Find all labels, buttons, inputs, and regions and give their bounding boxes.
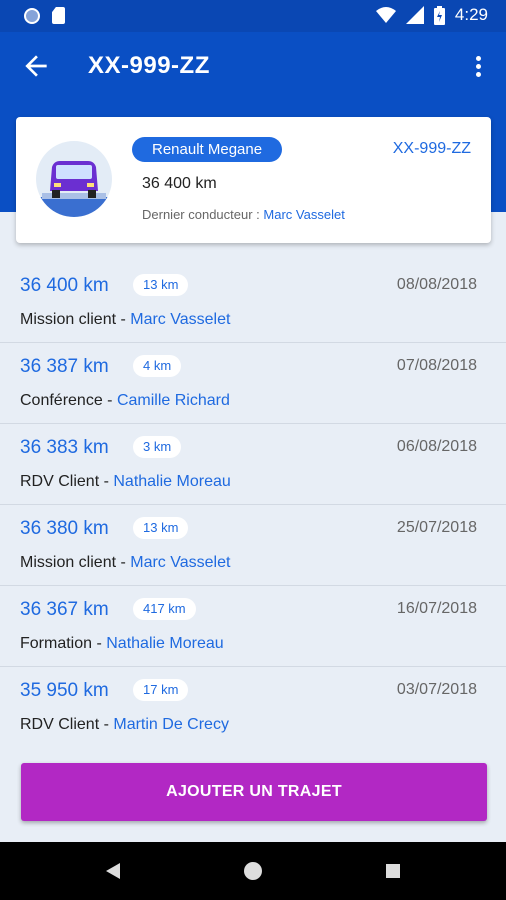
trip-date: 08/08/2018 [396,276,477,293]
trip-driver: Marc Vasselet [130,311,231,328]
trip-row[interactable]: 36 400 km 13 km 08/08/2018 Mission clien… [0,262,506,343]
trip-date: 07/08/2018 [396,357,477,374]
trip-date: 16/07/2018 [396,600,477,617]
trip-description: RDV Client - Martin De Crecy [20,716,229,733]
trip-row[interactable]: 36 380 km 13 km 25/07/2018 Mission clien… [0,505,506,586]
trip-distance-badge: 4 km [133,355,182,377]
trip-odometer: 36 380 km [20,518,109,539]
status-bar: 4:29 [0,0,506,32]
trip-odometer: 36 367 km [20,599,109,620]
trip-description: Mission client - Marc Vasselet [20,554,231,571]
nav-back-icon[interactable] [106,863,120,879]
status-time: 4:29 [454,5,488,24]
nav-home-icon[interactable] [244,862,262,880]
vehicle-plate: XX-999-ZZ [392,140,471,157]
car-avatar [36,141,112,217]
nav-recent-apps-icon[interactable] [386,864,400,878]
trip-odometer: 35 950 km [20,680,109,701]
trip-date: 03/07/2018 [396,681,477,698]
vehicle-card: Renault Megane XX-999-ZZ 36 400 km Derni… [16,117,491,243]
more-options-icon[interactable] [468,50,488,82]
signal-icon [405,6,424,24]
trip-purpose: Mission client [20,554,117,571]
car-icon [36,161,112,217]
last-driver-label: Dernier conducteur : [142,207,260,222]
trip-odometer: 36 383 km [20,437,109,458]
page-title: XX-999-ZZ [88,52,210,79]
trip-distance-badge: 3 km [133,436,182,458]
trip-odometer: 36 387 km [20,356,109,377]
trip-distance-badge: 13 km [133,517,189,539]
trip-row[interactable]: 36 383 km 3 km 06/08/2018 RDV Client - N… [0,424,506,505]
last-driver: Dernier conducteur : Marc Vasselet [142,207,345,222]
trip-row[interactable]: 35 950 km 17 km 03/07/2018 RDV Client - … [0,667,506,748]
notification-icon [24,7,40,24]
add-trip-button[interactable]: AJOUTER UN TRAJET [21,763,487,821]
wifi-icon [375,7,396,23]
navigation-bar [0,842,506,900]
back-arrow-icon[interactable] [20,50,52,82]
trip-description: RDV Client - Nathalie Moreau [20,473,231,490]
last-driver-name: Marc Vasselet [263,207,345,222]
trip-driver: Nathalie Moreau [113,473,231,490]
trip-purpose: RDV Client [20,716,100,733]
trip-list: 36 400 km 13 km 08/08/2018 Mission clien… [0,262,506,748]
trip-description: Formation - Nathalie Moreau [20,635,224,652]
trip-distance-badge: 17 km [133,679,189,701]
trip-date: 25/07/2018 [396,519,477,536]
trip-purpose: Mission client [20,311,117,328]
trip-description: Mission client - Marc Vasselet [20,311,231,328]
vehicle-mileage: 36 400 km [142,175,217,192]
trip-driver: Marc Vasselet [130,554,231,571]
trip-row[interactable]: 36 367 km 417 km 16/07/2018 Formation - … [0,586,506,667]
trip-driver: Camille Richard [116,392,230,409]
trip-driver: Nathalie Moreau [106,635,224,652]
trip-purpose: Formation [20,635,93,652]
trip-distance-badge: 417 km [133,598,196,620]
trip-purpose: RDV Client [20,473,100,490]
trip-driver: Martin De Crecy [113,716,229,733]
trip-purpose: Conférence [20,392,103,409]
app-bar: XX-999-ZZ [0,32,506,100]
sd-card-icon [52,7,65,24]
trip-description: Conférence - Camille Richard [20,392,230,409]
battery-icon [433,5,445,25]
model-badge: Renault Megane [132,137,283,162]
trip-date: 06/08/2018 [396,438,477,455]
trip-distance-badge: 13 km [133,274,189,296]
trip-row[interactable]: 36 387 km 4 km 07/08/2018 Conférence - C… [0,343,506,424]
trip-odometer: 36 400 km [20,275,109,296]
